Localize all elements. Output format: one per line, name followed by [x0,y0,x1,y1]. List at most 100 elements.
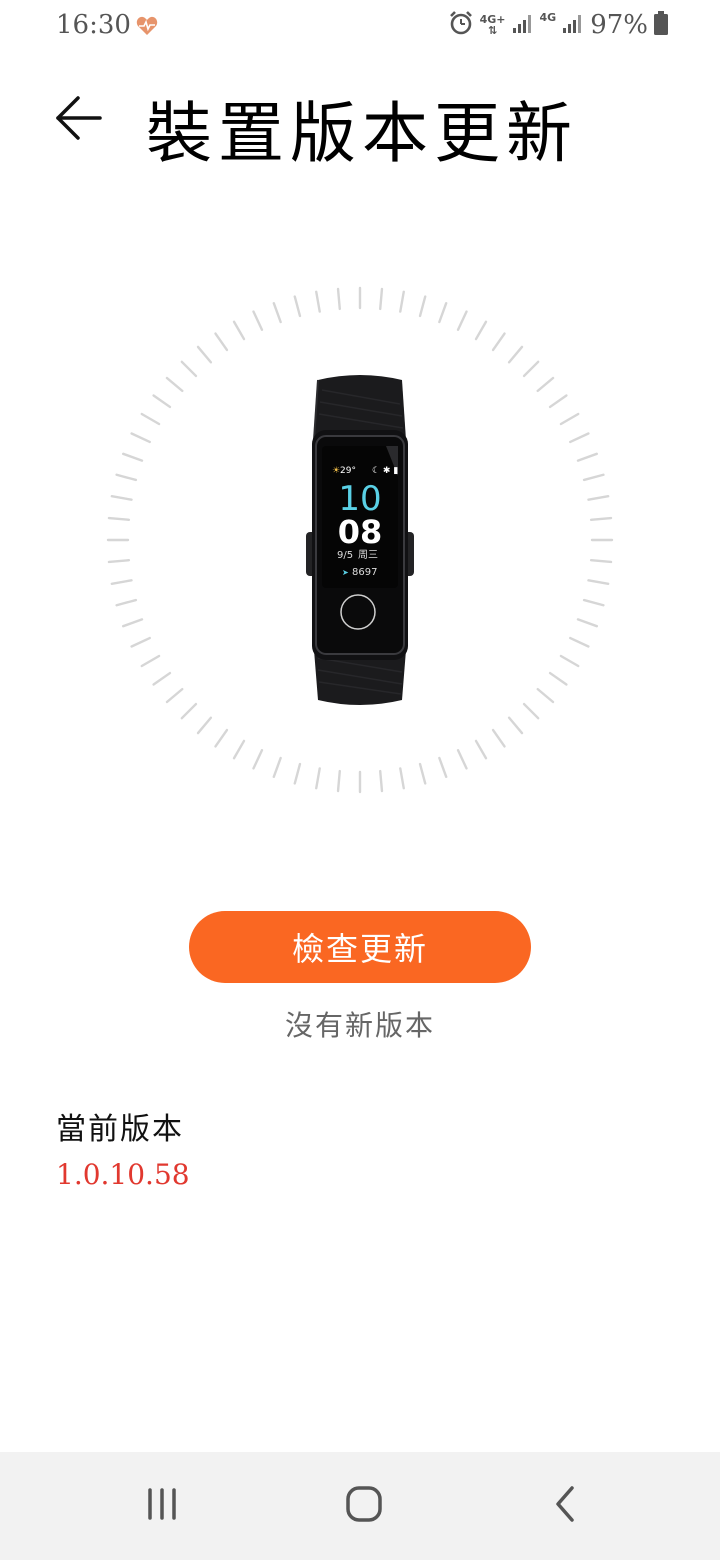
progress-tick [418,295,427,318]
system-nav-bar [0,1452,720,1560]
progress-tick [232,320,246,341]
progress-tick [589,516,613,521]
progress-tick [110,495,133,501]
progress-tick [559,412,580,426]
progress-tick [110,579,133,585]
status-icons: 4G+ ⇅ 4G 97% [448,10,668,40]
progress-tick [180,360,198,378]
data-arrows-icon: ⇅ [487,24,498,37]
progress-tick [140,412,161,426]
progress-tick [582,473,605,482]
progress-tick [232,739,246,760]
progress-tick [522,360,540,378]
progress-tick [399,290,405,313]
progress-tick [214,728,229,748]
progress-tick [379,287,384,311]
watch-minute: 08 [338,513,383,551]
progress-tick [438,756,448,779]
status-time: 16:30 [56,10,131,40]
progress-tick [491,728,506,748]
network-type-4g-plus: 4G+ ⇅ [479,13,506,37]
nav-back-button[interactable] [526,1476,606,1536]
check-update-button[interactable]: 檢查更新 [189,911,531,983]
battery-icon [654,11,668,39]
progress-tick [576,452,599,462]
progress-tick [399,767,405,790]
signal-icon [512,12,534,38]
svg-text:☾ ✱ ▮: ☾ ✱ ▮ [372,466,398,476]
home-icon [344,1484,384,1528]
progress-tick [536,376,555,393]
progress-tick [456,310,468,331]
progress-tick [272,301,282,324]
page-title: 裝置版本更新 [146,95,578,172]
signal-icon [562,12,584,38]
back-button[interactable] [48,90,112,146]
progress-tick [569,432,590,444]
progress-tick [587,495,610,501]
svg-text:➤: ➤ [342,568,349,577]
progress-tick [115,598,138,607]
progress-tick [507,716,524,735]
progress-tick [438,301,448,324]
progress-tick [379,769,384,793]
progress-tick [152,671,172,686]
device-illustration-svg: ☀ 29° ☾ ✱ ▮ 10 08 9/5 周三 ➤ 8697 [106,286,614,794]
progress-tick [140,654,161,668]
progress-tick [130,432,151,444]
recents-button[interactable] [122,1476,202,1536]
progress-tick [589,559,613,564]
chevron-left-icon [546,1484,586,1528]
watch-weekday: 周三 [358,549,378,561]
progress-tick [196,716,213,735]
progress-tick [522,702,540,720]
progress-tick [569,636,590,648]
network-type-4g: 4G [539,11,557,24]
arrow-left-icon [48,96,104,150]
progress-tick [293,762,302,785]
progress-tick [576,618,599,628]
progress-tick [507,345,524,364]
progress-tick [293,295,302,318]
status-bar: 16:30 4G+ ⇅ 4G 97% [0,0,720,56]
progress-tick [165,687,184,704]
progress-tick [315,767,321,790]
watch-temperature: 29° [340,466,356,476]
progress-tick [587,579,610,585]
svg-text:☀: ☀ [332,466,340,476]
alarm-icon [448,10,474,40]
battery-percentage: 97% [590,10,648,40]
progress-tick [121,452,144,462]
progress-tick [165,376,184,393]
progress-tick [336,769,341,793]
progress-tick [252,310,264,331]
device-illustration: ☀ 29° ☾ ✱ ▮ 10 08 9/5 周三 ➤ 8697 [100,280,620,800]
progress-tick [107,559,131,564]
progress-tick [107,516,131,521]
progress-tick [180,702,198,720]
watch-steps: 8697 [352,567,377,578]
progress-tick [336,287,341,311]
progress-tick [115,473,138,482]
home-button[interactable] [324,1476,404,1536]
progress-tick [474,739,488,760]
current-version-label: 當前版本 [56,1112,184,1147]
header: 裝置版本更新 [0,70,720,180]
progress-tick [548,394,568,409]
update-status-text: 沒有新版本 [284,1009,435,1042]
progress-tick [152,394,172,409]
progress-tick [536,687,555,704]
recents-icon [142,1484,182,1528]
progress-tick [559,654,580,668]
watch-date: 9/5 [337,550,353,561]
progress-tick [252,749,264,770]
progress-tick [474,320,488,341]
progress-tick [418,762,427,785]
heart-icon [136,16,158,40]
current-version-value: 1.0.10.58 [56,1158,190,1191]
progress-tick [130,636,151,648]
progress-tick [121,618,144,628]
progress-tick [196,345,213,364]
progress-tick [456,749,468,770]
progress-tick [315,290,321,313]
